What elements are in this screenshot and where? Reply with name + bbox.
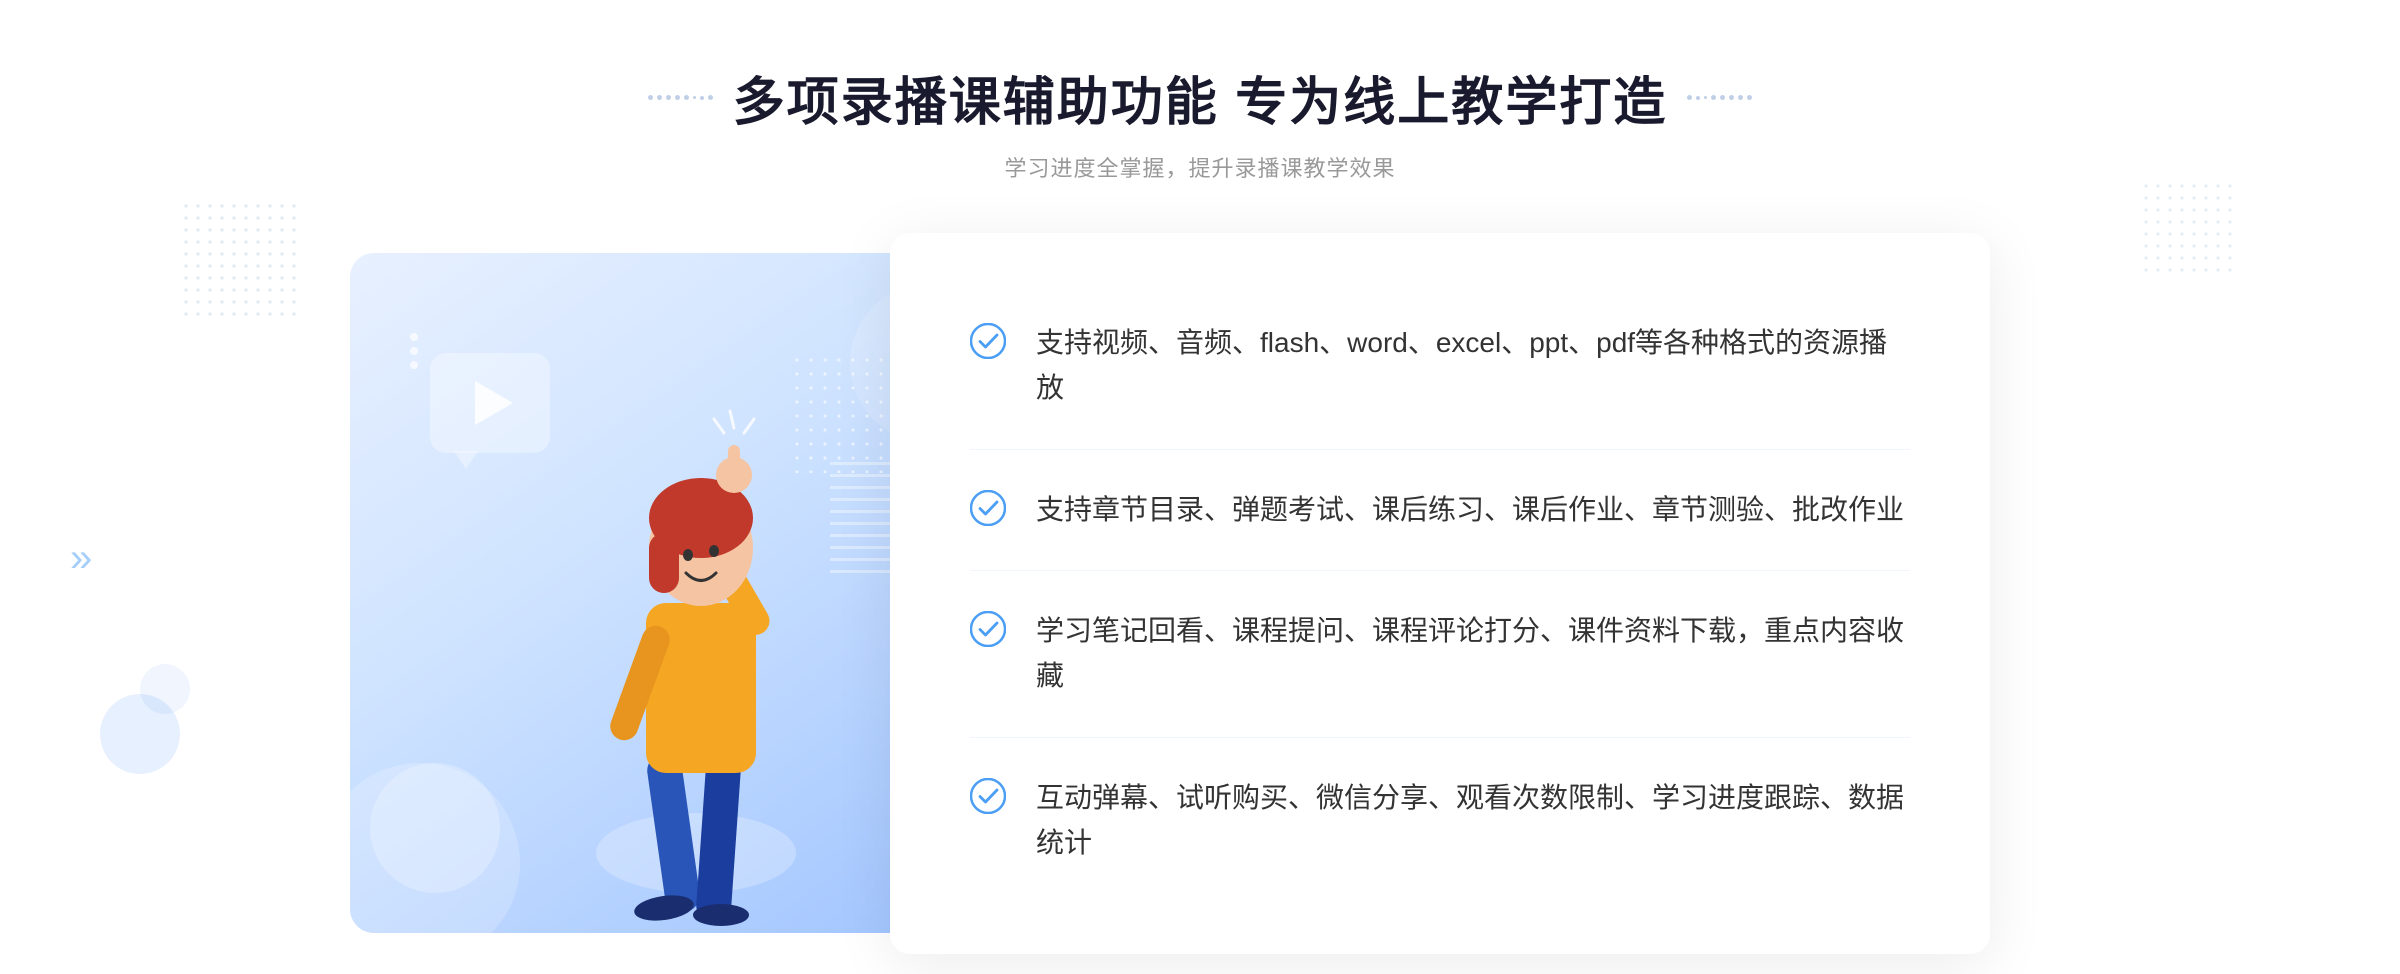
deco-circle-bottom-left-2 — [140, 664, 190, 714]
play-icon — [475, 381, 513, 425]
flash-indicator — [410, 333, 418, 369]
main-content: 支持视频、音频、flash、word、excel、ppt、pdf等各种格式的资源… — [350, 233, 2050, 954]
illustration-card — [350, 253, 970, 933]
feature-item-2: 支持章节目录、弹题考试、课后练习、课后作业、章节测验、批改作业 — [970, 450, 1910, 572]
check-icon-2 — [970, 490, 1006, 526]
human-figure-illustration — [516, 373, 876, 933]
subtitle: 学习进度全掌握，提升录播课教学效果 — [1004, 151, 1395, 183]
header-dots-right — [1687, 95, 1752, 100]
features-card: 支持视频、音频、flash、word、excel、ppt、pdf等各种格式的资源… — [890, 233, 1990, 954]
main-title: 多项录播课辅助功能 专为线上教学打造 — [733, 60, 1667, 135]
page-container: » 多项录播课辅助功能 专为线上教学打造 学习进度全掌握，提升录播课教学效果 — [0, 0, 2400, 974]
header-dots-left — [648, 95, 713, 100]
chevrons-left-icon: » — [70, 536, 92, 581]
feature-text-4: 互动弹幕、试听购买、微信分享、观看次数限制、学习进度跟踪、数据统计 — [1036, 776, 1910, 866]
check-icon-3 — [970, 611, 1006, 647]
header-title-row: 多项录播课辅助功能 专为线上教学打造 — [648, 60, 1752, 135]
bg-dots-right — [2140, 180, 2240, 280]
illus-circle-2 — [370, 763, 500, 893]
bg-dots-left — [180, 200, 300, 320]
feature-text-3: 学习笔记回看、课程提问、课程评论打分、课件资料下载，重点内容收藏 — [1036, 609, 1910, 699]
check-icon-1 — [970, 323, 1006, 359]
feature-text-1: 支持视频、音频、flash、word、excel、ppt、pdf等各种格式的资源… — [1036, 321, 1910, 411]
feature-item-3: 学习笔记回看、课程提问、课程评论打分、课件资料下载，重点内容收藏 — [970, 571, 1910, 738]
check-icon-4 — [970, 778, 1006, 814]
header-section: 多项录播课辅助功能 专为线上教学打造 学习进度全掌握，提升录播课教学效果 — [0, 60, 2400, 183]
feature-item-1: 支持视频、音频、flash、word、excel、ppt、pdf等各种格式的资源… — [970, 283, 1910, 450]
feature-text-2: 支持章节目录、弹题考试、课后练习、课后作业、章节测验、批改作业 — [1036, 488, 1904, 533]
feature-item-4: 互动弹幕、试听购买、微信分享、观看次数限制、学习进度跟踪、数据统计 — [970, 738, 1910, 904]
